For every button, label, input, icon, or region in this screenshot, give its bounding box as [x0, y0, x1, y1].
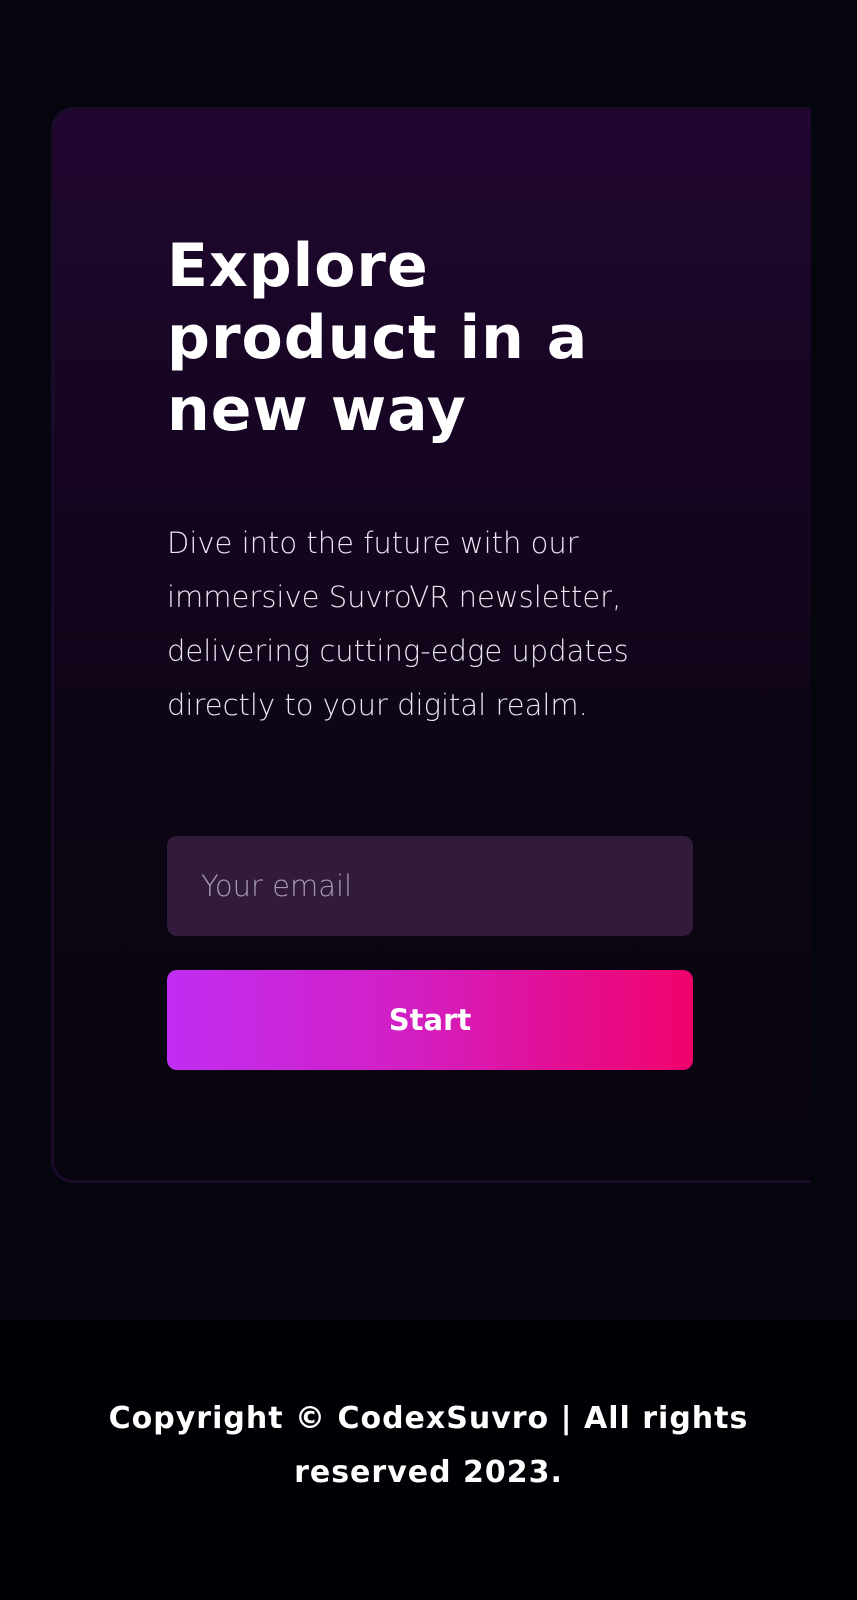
- newsletter-card: Explore product in a new way Dive into t…: [51, 107, 811, 1183]
- newsletter-headline: Explore product in a new way: [167, 231, 589, 445]
- page: Explore product in a new way Dive into t…: [0, 0, 857, 1600]
- newsletter-content: Explore product in a new way Dive into t…: [167, 230, 697, 1070]
- footer: Copyright © CodexSuvro | All rights rese…: [0, 1320, 857, 1600]
- email-field[interactable]: [167, 836, 693, 936]
- newsletter-description: Dive into the future with our immersive …: [167, 526, 629, 722]
- start-button[interactable]: Start: [167, 970, 693, 1070]
- copyright-text: Copyright © CodexSuvro | All rights rese…: [108, 1401, 749, 1490]
